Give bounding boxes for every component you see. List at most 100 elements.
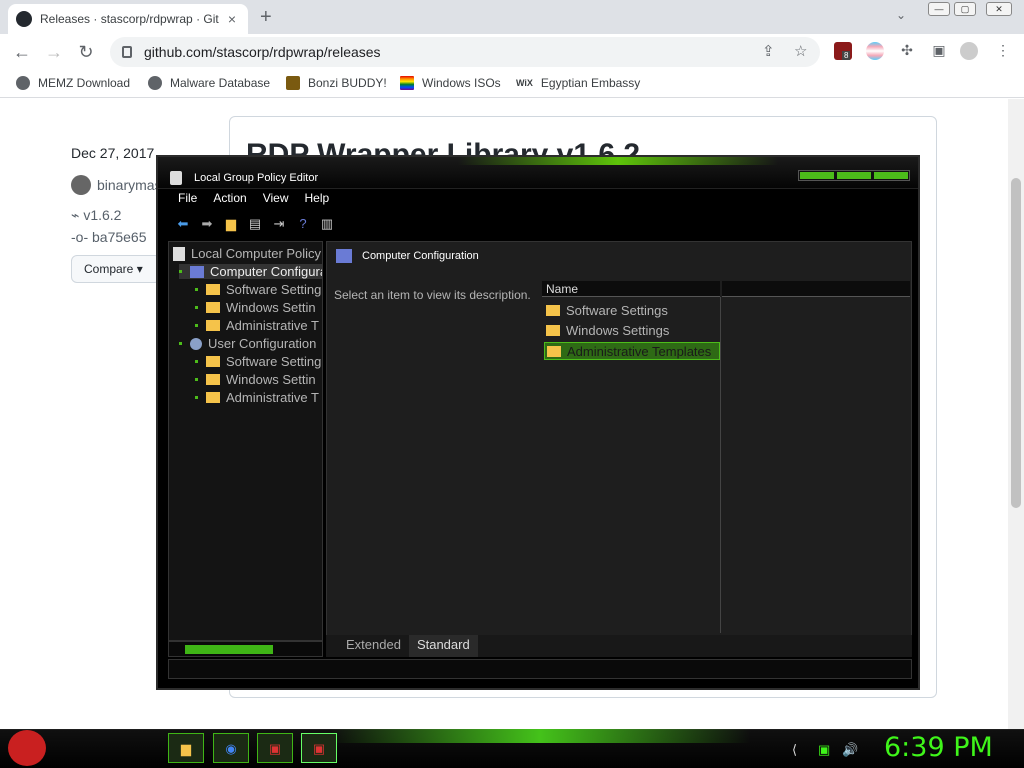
new-tab-button[interactable]: + — [260, 6, 280, 29]
expand-dot[interactable] — [179, 342, 182, 345]
expand-dot[interactable] — [195, 360, 198, 363]
computer-icon — [336, 249, 352, 263]
menu-view[interactable]: View — [263, 191, 289, 211]
gpe-titlebar[interactable]: Local Group Policy Editor — [158, 157, 918, 189]
minimize-button[interactable]: — — [928, 2, 950, 16]
tree-scrollbar[interactable] — [168, 641, 323, 657]
close-tab-icon[interactable]: × — [224, 11, 240, 27]
screen: Releases · stascorp/rdpwrap · Git × + ⌄ … — [0, 0, 1024, 768]
bookmark-malware-db[interactable]: Malware Database — [148, 76, 270, 90]
user-icon — [190, 337, 202, 350]
show-hide-tree-icon[interactable]: ▤ — [246, 215, 264, 233]
tree-item-root[interactable]: Local Computer Policy — [173, 246, 321, 261]
commit-link[interactable]: -o- ba75e65 — [71, 229, 147, 245]
tree-item-user-software-settings[interactable]: Software Setting — [195, 354, 321, 369]
extension-badge: 8 — [842, 51, 851, 60]
tree-item-user-admin-templates[interactable]: Administrative T — [195, 390, 319, 405]
back-icon[interactable]: ⬅ — [174, 215, 192, 233]
bookmark-memz[interactable]: MEMZ Download — [16, 76, 130, 90]
close-button[interactable] — [874, 172, 908, 179]
url-text: github.com/stascorp/rdpwrap/releases — [144, 44, 381, 60]
tag-link[interactable]: ⌁ v1.6.2 — [71, 207, 121, 224]
bookmark-bonzi[interactable]: Bonzi BUDDY! — [286, 76, 387, 90]
address-bar[interactable]: github.com/stascorp/rdpwrap/releases ⇪ ☆ — [110, 37, 820, 67]
tray-chevron-icon[interactable]: ⟨ — [792, 742, 797, 758]
ublock-icon[interactable]: 8 — [834, 42, 852, 60]
tab-extended[interactable]: Extended — [338, 635, 409, 657]
reload-button[interactable]: ↻ — [74, 40, 98, 64]
menu-help[interactable]: Help — [305, 191, 330, 211]
column-header-empty[interactable] — [722, 281, 910, 297]
tray-volume-icon[interactable]: 🔊 — [842, 742, 858, 758]
back-button[interactable]: ← — [10, 40, 34, 64]
tray-network-icon[interactable]: ▣ — [818, 742, 830, 758]
compare-button[interactable]: Compare ▾ — [71, 255, 161, 283]
folder-icon — [206, 374, 220, 385]
status-bar — [168, 659, 912, 679]
taskbar-explorer-icon[interactable]: ▆ — [168, 733, 204, 763]
author[interactable]: binarymas — [71, 175, 162, 195]
browser-tab[interactable]: Releases · stascorp/rdpwrap · Git × — [8, 4, 248, 34]
scrollbar-thumb[interactable] — [1011, 178, 1021, 508]
bookmarks-bar: MEMZ Download Malware Database Bonzi BUD… — [0, 70, 1024, 98]
expand-dot[interactable] — [195, 288, 198, 291]
taskbar-gpe-icon[interactable]: ▣ — [301, 733, 337, 763]
folder-icon — [546, 325, 560, 336]
forward-icon[interactable]: ➡ — [198, 215, 216, 233]
export-list-icon[interactable]: ⇥ — [270, 215, 288, 233]
list-item-software-settings[interactable]: Software Settings — [544, 303, 668, 318]
rainbow-flag-icon — [400, 76, 414, 90]
share-icon[interactable]: ⇪ — [762, 42, 775, 60]
commit-icon: -o- — [71, 229, 92, 245]
maximize-button[interactable] — [837, 172, 871, 179]
start-button-icon[interactable] — [8, 730, 46, 766]
tab-standard[interactable]: Standard — [408, 635, 478, 657]
help-icon[interactable]: ? — [294, 215, 312, 233]
flag-extension-icon[interactable] — [866, 42, 884, 60]
bookmark-embassy[interactable]: WiX Egyptian Embassy — [516, 76, 640, 90]
expand-dot[interactable] — [195, 306, 198, 309]
view-tabs: Extended Standard — [326, 635, 912, 657]
maximize-button[interactable]: ▢ — [954, 2, 976, 16]
expand-dot[interactable] — [195, 324, 198, 327]
taskbar-clock[interactable]: 6:39 PM — [884, 732, 993, 763]
window-controls[interactable] — [798, 170, 910, 181]
puzzle-icon[interactable]: ✣ — [898, 42, 916, 60]
list-item-admin-templates[interactable]: Administrative Templates — [544, 342, 720, 360]
list-item-windows-settings[interactable]: Windows Settings — [544, 323, 669, 338]
expand-dot[interactable] — [179, 270, 182, 273]
star-icon[interactable]: ☆ — [794, 42, 807, 60]
profile-icon[interactable] — [960, 42, 978, 60]
folder-icon — [206, 284, 220, 295]
tree-item-software-settings[interactable]: Software Setting — [195, 282, 321, 297]
chevron-down-icon[interactable]: ⌄ — [896, 8, 906, 22]
taskbar-chrome-icon[interactable]: ◉ — [213, 733, 249, 763]
tree-item-user-config[interactable]: User Configuration — [179, 336, 316, 351]
expand-dot[interactable] — [195, 378, 198, 381]
tree-item-computer-config[interactable]: Computer Configura — [179, 264, 322, 279]
expand-dot[interactable] — [195, 396, 198, 399]
title-glow — [458, 157, 778, 165]
github-icon — [16, 11, 32, 27]
computer-icon — [190, 265, 204, 278]
sidepanel-icon[interactable]: ▣ — [930, 42, 948, 60]
tree-item-admin-templates[interactable]: Administrative T — [195, 318, 319, 333]
bookmark-windows-isos[interactable]: Windows ISOs — [400, 76, 501, 90]
gpe-menubar: File Action View Help — [170, 191, 910, 211]
folder-icon — [206, 392, 220, 403]
menu-file[interactable]: File — [178, 191, 197, 211]
forward-button[interactable]: → — [42, 40, 66, 64]
close-window-button[interactable]: ✕ — [986, 2, 1012, 16]
minimize-button[interactable] — [800, 172, 834, 179]
properties-icon[interactable]: ▥ — [318, 215, 336, 233]
tree-item-user-windows-settings[interactable]: Windows Settin — [195, 372, 316, 387]
menu-icon[interactable]: ⋮ — [994, 42, 1012, 60]
menu-action[interactable]: Action — [213, 191, 246, 211]
folder-icon — [206, 320, 220, 331]
tree-item-windows-settings[interactable]: Windows Settin — [195, 300, 316, 315]
taskbar-app-icon[interactable]: ▣ — [257, 733, 293, 763]
release-date: Dec 27, 2017 — [71, 145, 155, 161]
column-header-name[interactable]: Name — [542, 281, 720, 297]
tree-scroll-thumb[interactable] — [185, 645, 273, 654]
up-folder-icon[interactable]: ▆ — [222, 215, 240, 233]
